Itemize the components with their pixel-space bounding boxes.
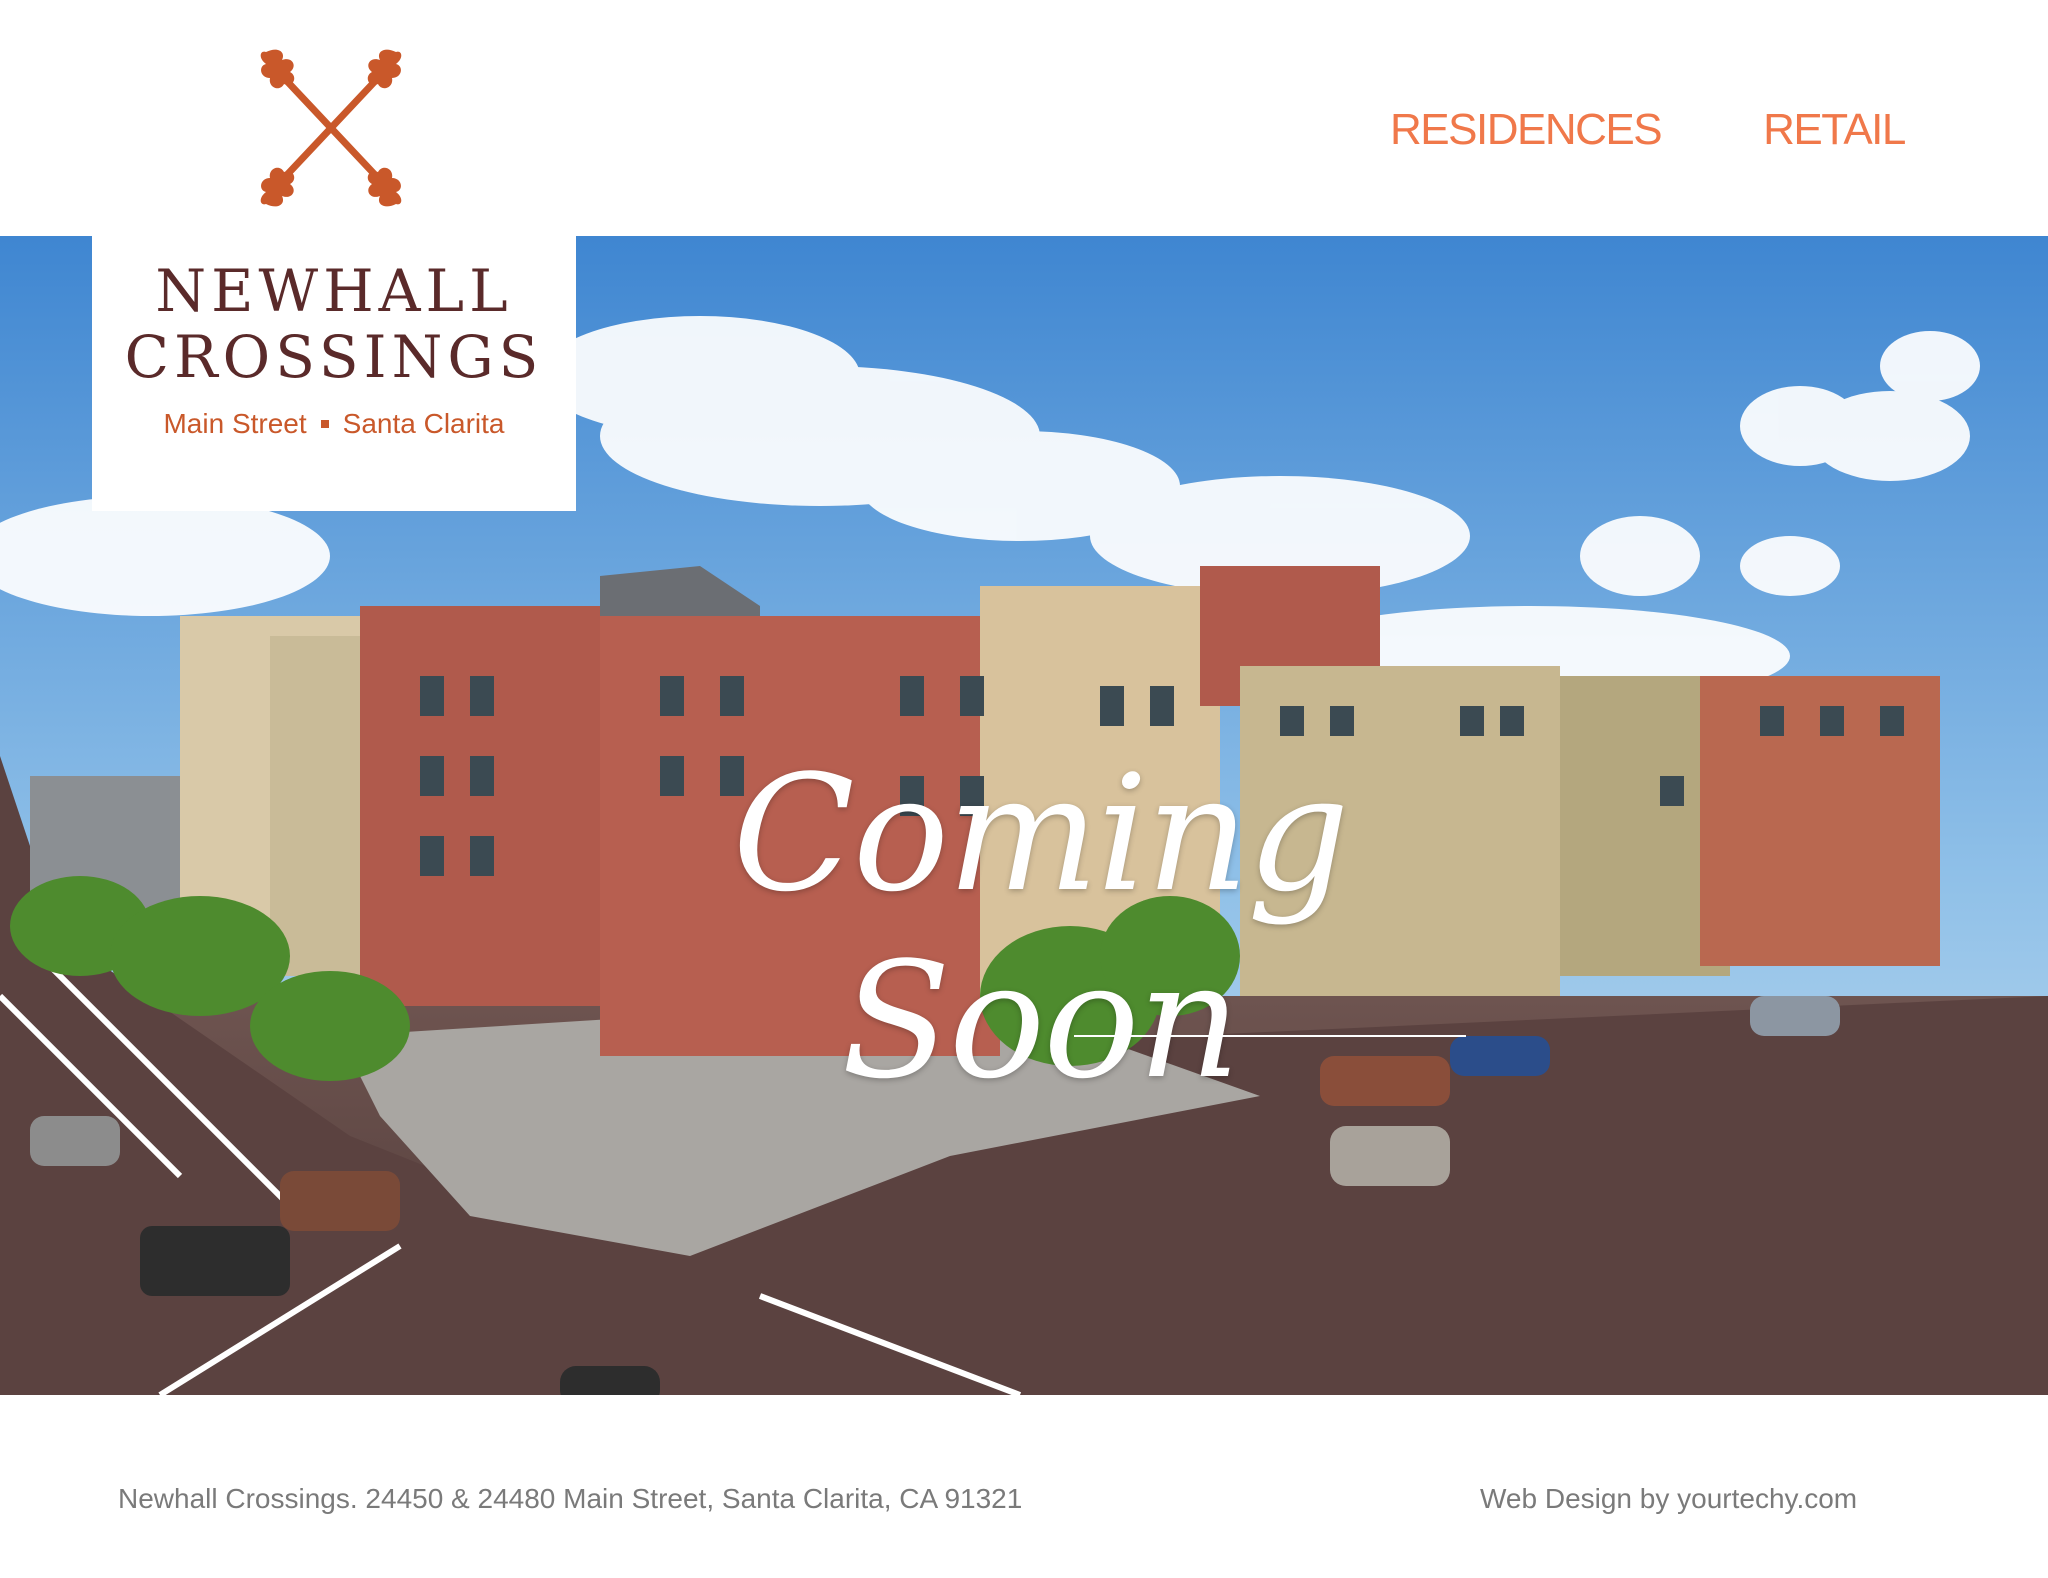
nav-residences-link[interactable]: RESIDENCES xyxy=(1390,104,1663,156)
nav-retail-link[interactable]: RETAIL xyxy=(1763,104,1906,156)
logo-title-line2: CROSSINGS xyxy=(124,323,544,391)
logo-card[interactable]: NEWHALL CROSSINGS Main Street Santa Clar… xyxy=(92,236,576,511)
headline-underline xyxy=(1074,1035,1466,1037)
logo-title-line1: NEWHALL xyxy=(155,257,513,325)
tagline-city: Santa Clarita xyxy=(342,408,505,439)
tagline-street: Main Street xyxy=(163,408,307,439)
crossed-oak-leaves-icon[interactable] xyxy=(256,44,406,212)
site-header: RESIDENCES RETAIL xyxy=(0,0,2048,236)
tagline-separator xyxy=(320,420,329,428)
coming-soon-headline: Coming Soon xyxy=(732,740,1349,1114)
footer-credit-link[interactable]: Web Design by yourtechy.com xyxy=(1480,1483,1857,1515)
logo-tagline: Main Street Santa Clarita xyxy=(92,408,576,440)
main-nav: RESIDENCES RETAIL xyxy=(1390,104,1906,156)
footer-address: Newhall Crossings. 24450 & 24480 Main St… xyxy=(118,1483,1023,1514)
